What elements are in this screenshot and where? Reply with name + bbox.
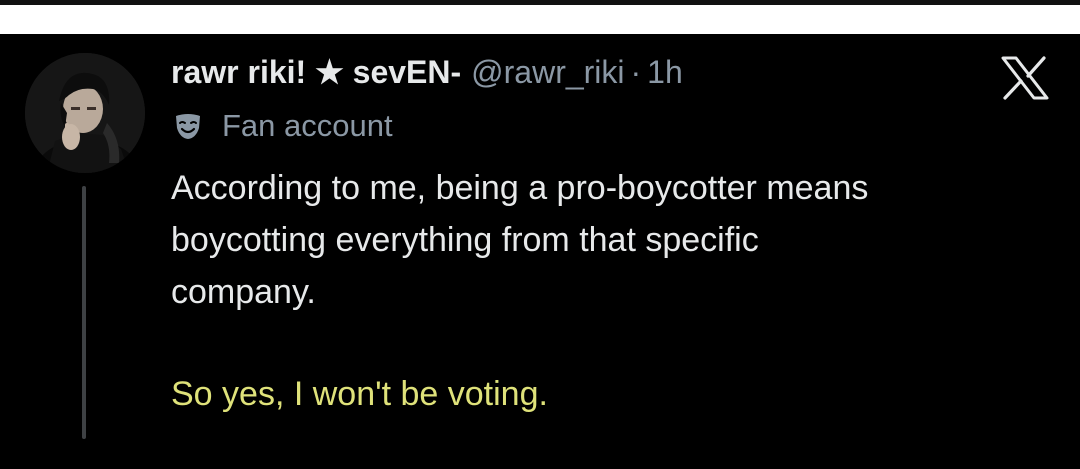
timestamp[interactable]: 1h — [647, 54, 683, 91]
tweet-card[interactable]: rawr riki! ★ sevEN- @rawr_riki · 1h Fan … — [0, 34, 1080, 469]
profile-photo — [25, 53, 145, 173]
tweet-header: rawr riki! ★ sevEN- @rawr_riki · 1h — [171, 50, 683, 94]
account-label: Fan account — [172, 106, 393, 146]
x-logo-icon — [1000, 56, 1050, 100]
top-dark-band — [0, 0, 1080, 5]
tweet-body-line: According to me, being a pro-boycotter m… — [171, 169, 869, 207]
thread-connector-line — [82, 186, 86, 439]
account-label-text: Fan account — [222, 108, 393, 143]
user-handle[interactable]: @rawr_riki — [471, 54, 624, 91]
mask-icon — [176, 114, 200, 139]
tweet-body: According to me, being a pro-boycotter m… — [171, 162, 1051, 318]
tweet-body-line: boycotting everything from that specific — [171, 221, 759, 259]
separator-dot: · — [630, 53, 642, 90]
top-strip — [0, 0, 1080, 34]
avatar[interactable] — [25, 53, 145, 173]
display-name[interactable]: rawr riki! ★ sevEN- — [171, 53, 461, 91]
highlighted-line: So yes, I won't be voting. — [171, 375, 548, 413]
tweet-body-line: company. — [171, 273, 316, 311]
